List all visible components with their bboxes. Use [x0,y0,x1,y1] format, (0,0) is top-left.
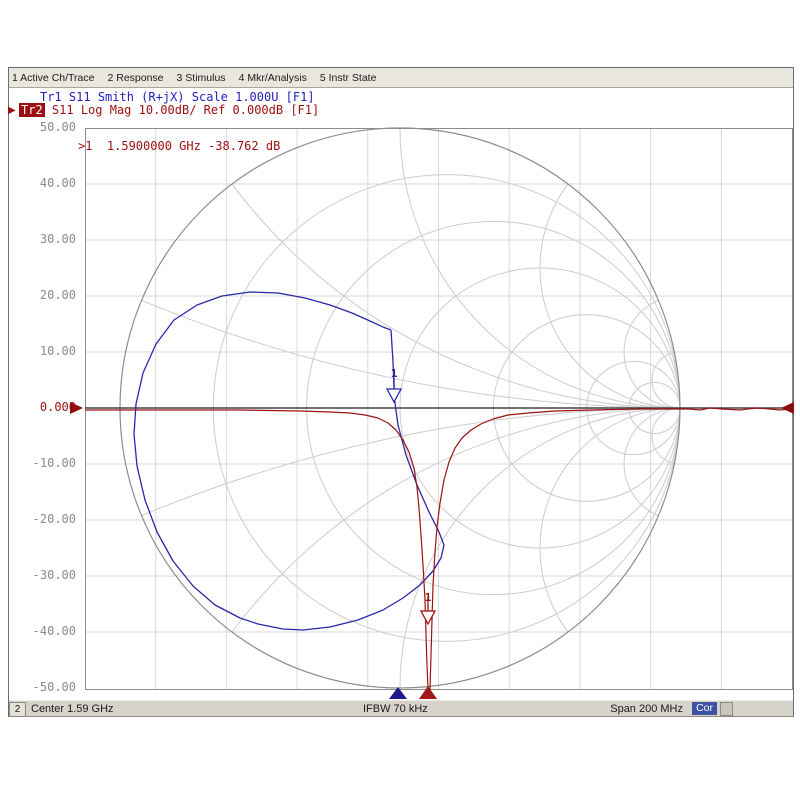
y-axis-label: -20.00 [16,513,76,526]
y-axis-label: -50.00 [16,681,76,694]
y-axis-label: 20.00 [16,289,76,302]
span-readout: Span 200 MHz [610,702,683,716]
y-axis-label: -40.00 [16,625,76,638]
y-axis-label: 40.00 [16,177,76,190]
trace2-format: S11 Log Mag 10.00dB/ Ref 0.000dB [F1] [52,103,319,117]
menu-stimulus[interactable]: 3 Stimulus [177,72,226,84]
y-axis-label: -30.00 [16,569,76,582]
menu-bar: 1 Active Ch/Trace 2 Response 3 Stimulus … [9,68,793,88]
trace1-format: S11 Smith (R+jX) Scale 1.000U [F1] [69,90,315,104]
menu-active-ch-trace[interactable]: 1 Active Ch/Trace [12,72,94,84]
ifbw-readout: IFBW 70 kHz [363,702,428,716]
trace1-name: Tr1 [40,90,62,104]
y-axis-ref-label: 0.000 [16,401,76,414]
menu-mkr-analysis[interactable]: 4 Mkr/Analysis [239,72,307,84]
y-axis-label: -10.00 [16,457,76,470]
marker1-number-blue: 1 [388,368,400,379]
status-indicator-box [720,702,733,716]
screen-frame [8,67,794,717]
marker1-number-red: 1 [422,592,434,603]
menu-instr-state[interactable]: 5 Instr State [320,72,377,84]
status-bar: 2 Center 1.59 GHz IFBW 70 kHz Span 200 M… [9,700,793,717]
y-axis-label: 10.00 [16,345,76,358]
y-axis-label: 30.00 [16,233,76,246]
marker-readout: >1 1.5900000 GHz -38.762 dB [78,139,280,153]
active-trace-arrow-icon: ▶ [8,104,16,117]
correction-on-badge: Cor [692,702,717,715]
center-frequency-readout: Center 1.59 GHz [31,702,114,716]
menu-response[interactable]: 2 Response [107,72,163,84]
y-axis-label: 50.00 [16,121,76,134]
channel-number-box: 2 [9,702,26,717]
trace2-legend[interactable]: Tr2 S11 Log Mag 10.00dB/ Ref 0.000dB [F1… [19,104,319,117]
instrument-screen: 1 Active Ch/Trace 2 Response 3 Stimulus … [0,0,800,800]
trace2-name: Tr2 [19,103,45,117]
